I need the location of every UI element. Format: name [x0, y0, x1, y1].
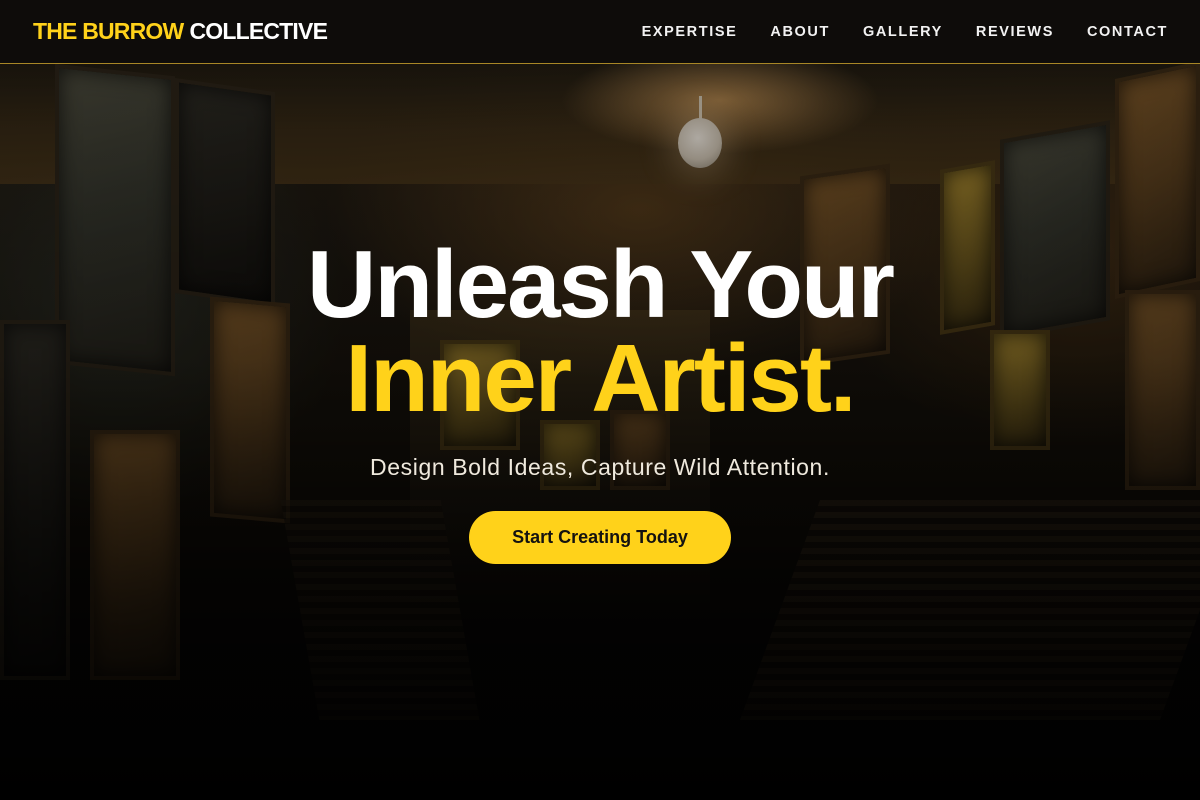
hero-headline-line1: Unleash Your — [307, 231, 895, 338]
brand-logo-accent: THE BURROW — [33, 18, 184, 44]
hero-headline-line2: Inner Artist. — [345, 325, 856, 432]
nav-link-about[interactable]: ABOUT — [770, 24, 830, 40]
hero-subheadline: Design Bold Ideas, Capture Wild Attentio… — [370, 454, 830, 480]
start-creating-button[interactable]: Start Creating Today — [469, 511, 731, 564]
brand-logo[interactable]: THE BURROW COLLECTIVE — [33, 18, 328, 45]
nav-link-expertise[interactable]: EXPERTISE — [642, 24, 738, 40]
hero-headline: Unleash Your Inner Artist. — [0, 231, 1200, 432]
nav-menu: EXPERTISE ABOUT GALLERY REVIEWS CONTACT — [609, 24, 1168, 40]
landing-page: THE BURROW COLLECTIVE EXPERTISE ABOUT GAL… — [0, 0, 1200, 800]
hero-section: Unleash Your Inner Artist. Design Bold I… — [0, 231, 1200, 564]
nav-link-reviews[interactable]: REVIEWS — [976, 24, 1054, 40]
nav-link-contact[interactable]: CONTACT — [1087, 24, 1168, 40]
navbar: THE BURROW COLLECTIVE EXPERTISE ABOUT GAL… — [0, 0, 1200, 64]
nav-link-gallery[interactable]: GALLERY — [863, 24, 943, 40]
brand-logo-main: COLLECTIVE — [189, 18, 328, 44]
